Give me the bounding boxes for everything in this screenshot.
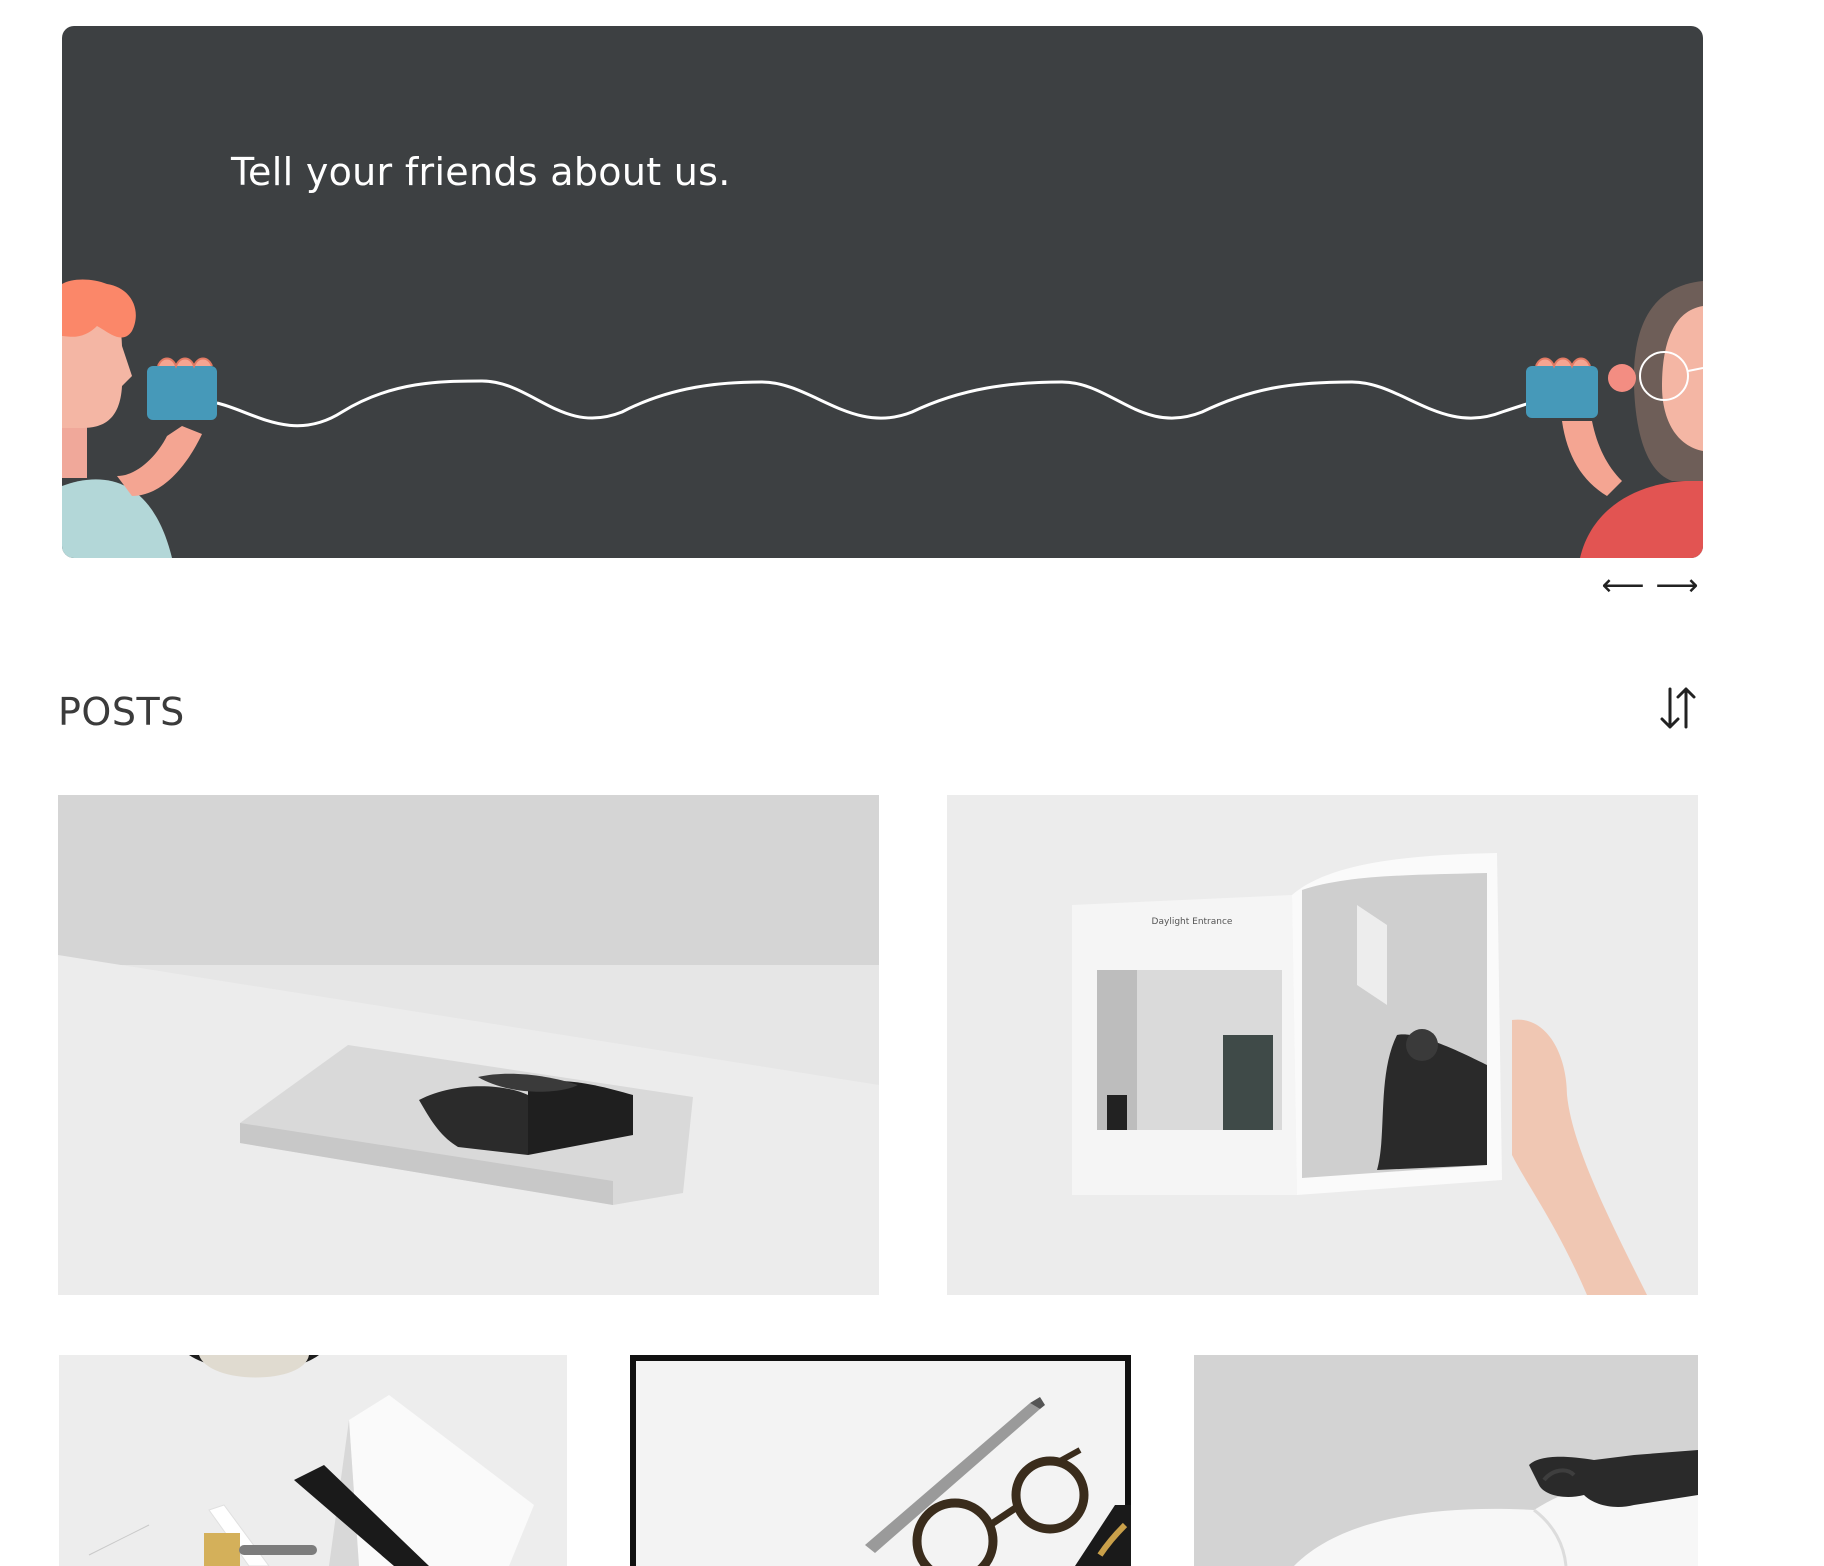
post-card[interactable]: Daylight Entrance: [947, 795, 1698, 1295]
posts-section-title: POSTS: [58, 690, 185, 734]
magazine-heading-text: Daylight Entrance: [1152, 917, 1233, 927]
desk-stapler-ruler-photo: [59, 1355, 567, 1566]
magazine-on-white-table-photo: [58, 795, 879, 1295]
sort-button[interactable]: [1648, 680, 1708, 736]
post-card[interactable]: [58, 795, 879, 1295]
slider-next-button[interactable]: ⟶: [1655, 568, 1699, 604]
hero-title: Tell your friends about us.: [231, 150, 731, 194]
slider-prev-button[interactable]: ⟵: [1601, 568, 1645, 604]
tin-can-phone-illustration: [62, 26, 1703, 558]
hero-banner: Tell your friends about us.: [62, 26, 1703, 558]
sort-arrows-icon: [1660, 687, 1696, 729]
arrow-right-icon: ⟶: [1655, 568, 1699, 603]
arrow-left-icon: ⟵: [1601, 568, 1645, 603]
post-card[interactable]: [1194, 1355, 1698, 1566]
pen-and-glasses-photo: [630, 1355, 1131, 1566]
slider-controls: ⟵ ⟶: [1601, 568, 1699, 604]
post-card[interactable]: [59, 1355, 567, 1566]
hand-holding-open-magazine-photo: Daylight Entrance: [947, 795, 1698, 1295]
hand-with-open-book-photo: [1194, 1355, 1698, 1566]
post-card[interactable]: [630, 1355, 1131, 1566]
